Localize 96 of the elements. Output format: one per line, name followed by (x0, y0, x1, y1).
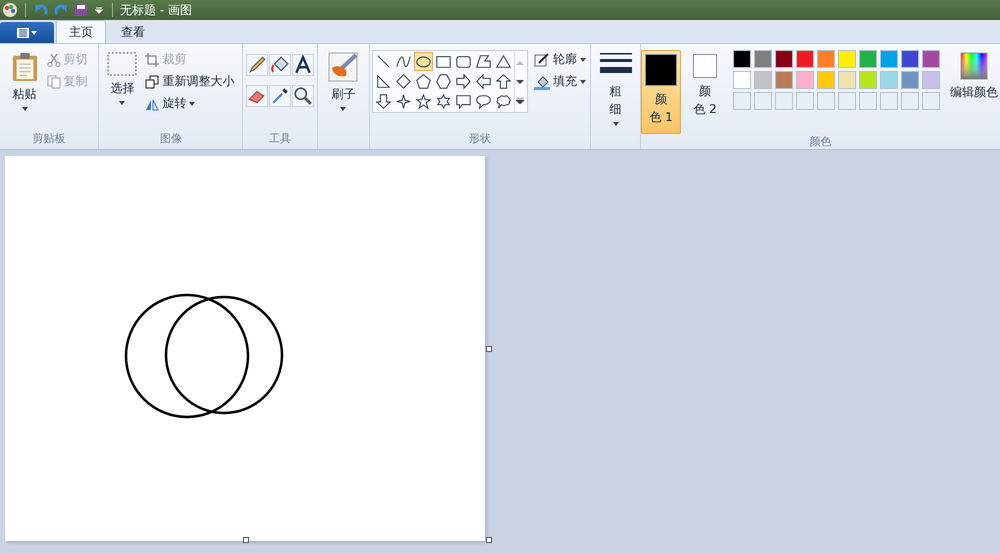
group-label: 形状 (468, 131, 492, 147)
paint-app-icon[interactable] (2, 2, 18, 18)
color-swatch[interactable] (774, 71, 793, 89)
resize-handle[interactable] (486, 537, 492, 543)
brushes-button[interactable]: 刷子 (326, 50, 360, 113)
brush-icon (328, 52, 358, 82)
empty-color-slot[interactable] (858, 92, 877, 110)
shape-icon[interactable] (414, 52, 433, 71)
text-icon[interactable] (292, 54, 314, 76)
paint-bucket-icon[interactable] (269, 54, 292, 76)
shape-icon[interactable] (454, 72, 473, 91)
shape-icon[interactable] (394, 72, 413, 91)
shape-icon[interactable] (414, 72, 433, 91)
caret-icon (189, 102, 196, 106)
shape-icon[interactable] (474, 52, 493, 71)
color-swatch[interactable] (796, 50, 814, 68)
edit-colors-button[interactable]: 编辑颜色 (948, 50, 1000, 103)
color-swatch[interactable] (838, 71, 856, 89)
menu-icon (16, 26, 38, 38)
shape-icon[interactable] (454, 92, 473, 111)
empty-color-slot[interactable] (816, 92, 835, 110)
empty-color-slot[interactable] (774, 92, 793, 110)
color-swatch[interactable] (838, 50, 856, 68)
outline-button[interactable]: 轮廓 (532, 50, 588, 69)
pencil-icon[interactable] (246, 54, 268, 76)
select-button[interactable]: 选择 (105, 50, 140, 107)
color-swatch[interactable] (816, 71, 835, 89)
color-swatch[interactable] (754, 50, 772, 68)
color-1-button[interactable]: 颜色 1 (640, 50, 681, 134)
empty-color-slot[interactable] (900, 92, 919, 110)
resize-button[interactable]: 重新调整大小 (143, 72, 236, 91)
shape-icon[interactable] (394, 92, 413, 111)
shape-icon[interactable] (414, 92, 433, 111)
color-swatch[interactable] (900, 50, 919, 68)
color-swatch[interactable] (922, 71, 940, 89)
empty-color-slot[interactable] (732, 92, 751, 110)
color-swatch[interactable] (880, 71, 898, 89)
group-label: 工具 (268, 131, 292, 147)
color-spectrum-icon (960, 52, 988, 80)
paste-button[interactable]: 粘贴 (8, 50, 41, 113)
fill-icon (534, 74, 550, 90)
caret-icon (22, 107, 28, 111)
window-title: 无标题 - 画图 (120, 2, 192, 18)
group-label: 颜色 (808, 134, 832, 150)
empty-color-slot[interactable] (880, 92, 898, 110)
resize-icon (145, 74, 160, 88)
shape-icon[interactable] (494, 52, 513, 71)
color-swatch[interactable] (774, 50, 793, 68)
file-menu-button[interactable] (0, 22, 54, 43)
scroll-down-icon[interactable] (516, 78, 524, 84)
empty-color-slot[interactable] (838, 92, 856, 110)
scissors-icon (46, 52, 61, 66)
rotate-button[interactable]: 旋转 (143, 94, 236, 113)
caret-icon (580, 58, 586, 62)
save-icon[interactable] (73, 2, 89, 18)
empty-color-slot[interactable] (922, 92, 940, 110)
caret-icon (612, 122, 619, 126)
shape-icon[interactable] (474, 92, 493, 111)
dropdown-arrow-icon[interactable] (93, 5, 105, 15)
caret-icon (340, 107, 346, 111)
shape-icon[interactable] (434, 72, 453, 91)
crop-icon (145, 52, 160, 66)
color-swatch[interactable] (900, 71, 919, 89)
color-swatch[interactable] (732, 50, 751, 68)
color-picker-icon[interactable] (269, 85, 292, 107)
group-label: 图像 (158, 131, 183, 147)
empty-color-slot[interactable] (754, 92, 772, 110)
color-swatch[interactable] (858, 50, 877, 68)
caret-icon (119, 101, 126, 105)
shape-icon[interactable] (494, 72, 513, 91)
copy-icon (46, 74, 61, 88)
pen-icon (534, 52, 550, 68)
color-swatch[interactable] (732, 71, 751, 89)
color-swatch[interactable] (796, 71, 814, 89)
color-swatch[interactable] (922, 50, 940, 68)
color-swatch[interactable] (858, 71, 877, 89)
selection-rectangle-icon (107, 52, 138, 76)
color-swatch[interactable] (754, 71, 772, 89)
color-2-button[interactable]: 颜色 2 (684, 50, 725, 134)
size-button[interactable]: 粗细 (598, 50, 634, 128)
expand-icon[interactable] (516, 98, 524, 104)
resize-handle[interactable] (243, 537, 249, 543)
magnifier-icon[interactable] (292, 85, 314, 107)
resize-handle[interactable] (486, 346, 492, 352)
group-label: 剪贴板 (32, 131, 67, 147)
caret-icon (580, 80, 586, 84)
color-swatch[interactable] (880, 50, 898, 68)
clipboard-icon (10, 52, 39, 82)
empty-color-slot[interactable] (796, 92, 814, 110)
shape-icon[interactable] (374, 92, 393, 111)
color-swatch[interactable] (816, 50, 835, 68)
shape-icon[interactable] (474, 72, 493, 91)
ribbon-tab[interactable]: 主页 (56, 20, 106, 43)
ribbon-tab[interactable]: 查看 (108, 20, 158, 43)
fill-button[interactable]: 填充 (532, 72, 588, 91)
eraser-icon[interactable] (246, 85, 268, 107)
